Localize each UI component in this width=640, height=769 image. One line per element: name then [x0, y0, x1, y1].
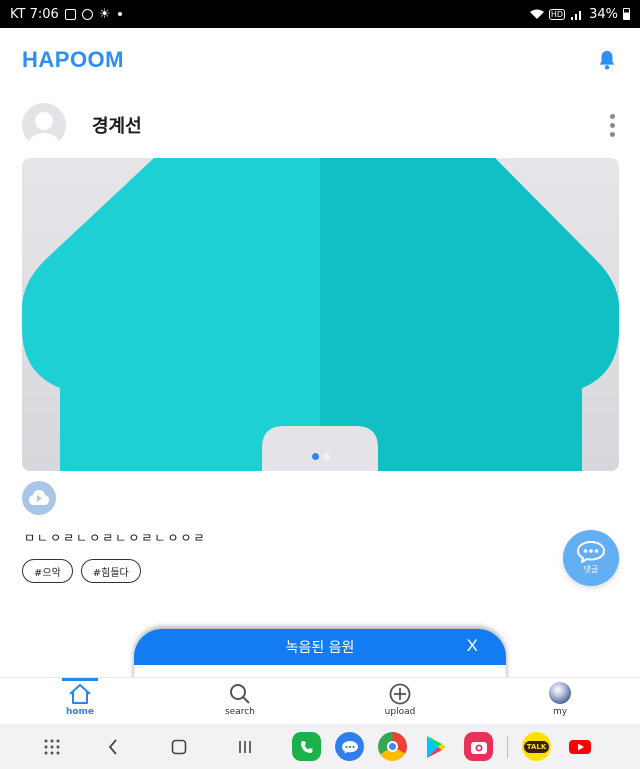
post-caption: ㅁㄴㅇㄹㄴㅇㄹㄴㅇㄹㄴㅇㅇㄹ — [24, 531, 207, 545]
profile-avatar — [549, 682, 571, 704]
weather-icon: ☀ — [98, 6, 111, 22]
bottom-navigation: home search upload my — [0, 677, 640, 724]
comment-button[interactable]: 댓글 — [563, 530, 619, 586]
carousel-indicator — [312, 453, 330, 460]
youtube-app-icon[interactable] — [565, 732, 594, 761]
status-bar: KT 7:06 ☀ HD 34% — [0, 0, 640, 28]
messages-app-icon[interactable] — [335, 732, 364, 761]
taskbar-divider — [507, 735, 508, 758]
battery-icon — [623, 8, 630, 20]
more-notifications-icon — [118, 12, 123, 16]
play-store-app-icon[interactable] — [421, 732, 450, 761]
bell-icon[interactable] — [596, 49, 618, 71]
more-options-icon[interactable] — [602, 113, 622, 137]
nav-home-label: home — [65, 707, 95, 717]
recording-sheet-header: 녹음된 음원 X — [134, 629, 506, 665]
battery-percent: 34% — [589, 6, 618, 22]
audio-play-button[interactable] — [22, 481, 56, 515]
speech-bubble-icon — [577, 541, 605, 563]
author-name[interactable]: 경계선 — [92, 112, 142, 138]
home-icon — [69, 684, 91, 704]
brand-logo[interactable]: HAPOOM — [22, 47, 124, 73]
back-icon[interactable] — [80, 738, 146, 755]
camera-app-icon[interactable] — [464, 732, 493, 761]
carrier-time: KT 7:06 — [10, 6, 59, 22]
sync-notification-icon — [81, 8, 93, 20]
kakaotalk-label: TALK — [523, 740, 550, 753]
nav-my-label: my — [552, 707, 568, 717]
kakaotalk-app-icon[interactable]: TALK — [522, 732, 551, 761]
signal-icon — [571, 10, 582, 20]
recording-sheet-title: 녹음된 음원 — [285, 640, 355, 656]
wifi-icon — [529, 9, 544, 19]
nav-my[interactable]: my — [480, 678, 640, 724]
carousel-dot-2[interactable] — [323, 453, 330, 460]
hd-voice-icon: HD — [548, 8, 566, 20]
nav-search[interactable]: search — [160, 678, 320, 724]
home-button-icon[interactable] — [146, 739, 212, 755]
recents-icon[interactable] — [212, 739, 278, 755]
post-image-carousel[interactable] — [22, 158, 619, 471]
nav-home[interactable]: home — [0, 678, 160, 724]
app-header: HAPOOM — [0, 28, 640, 92]
default-avatar-icon — [28, 112, 60, 147]
post-tags: #으악 #힘들다 — [22, 559, 141, 583]
carousel-dot-1[interactable] — [312, 453, 319, 460]
tag-chip[interactable]: #힘들다 — [80, 559, 141, 583]
nav-upload[interactable]: upload — [320, 678, 480, 724]
close-button[interactable]: X — [467, 636, 478, 656]
cloud-play-icon — [29, 490, 49, 505]
post-header: 경계선 — [22, 100, 622, 150]
author-avatar[interactable] — [22, 103, 66, 147]
chrome-app-icon[interactable] — [378, 732, 407, 761]
system-navigation-bar: TALK — [0, 724, 640, 769]
nav-search-label: search — [225, 707, 255, 717]
search-icon — [230, 684, 250, 704]
home-illustration — [22, 158, 619, 471]
plus-circle-icon — [389, 683, 411, 705]
tag-chip[interactable]: #으악 — [22, 559, 73, 583]
nav-upload-label: upload — [384, 707, 416, 717]
phone-app-icon[interactable] — [292, 732, 321, 761]
app-drawer-icon[interactable] — [24, 739, 80, 755]
comment-button-label: 댓글 — [583, 565, 599, 574]
gallery-notification-icon — [64, 8, 76, 20]
